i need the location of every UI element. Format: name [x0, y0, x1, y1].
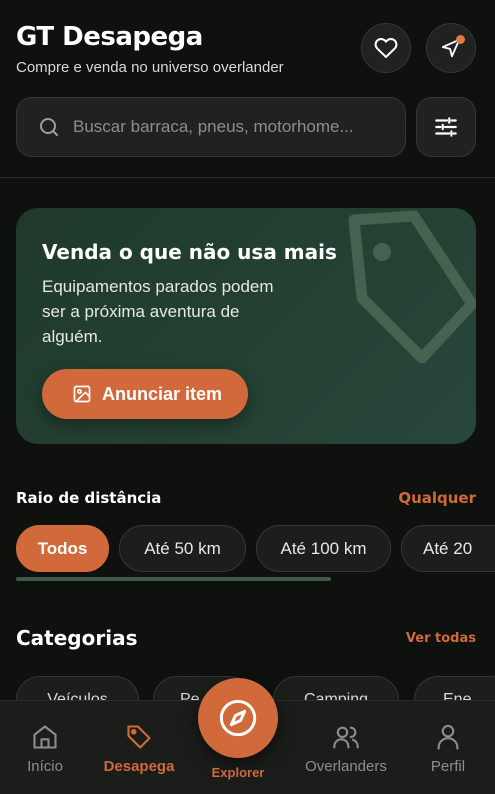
tab-label: Início — [27, 758, 63, 775]
distance-chip[interactable]: Todos — [16, 525, 109, 572]
sliders-icon — [435, 117, 457, 137]
categories-title: Categorias — [16, 626, 138, 650]
sell-item-label: Anunciar item — [102, 383, 223, 404]
distance-label: Raio de distância — [16, 489, 162, 507]
search-placeholder: Buscar barraca, pneus, motorhome... — [73, 117, 354, 136]
tab-perfil[interactable]: Perfil — [420, 701, 476, 794]
tab-desapega[interactable]: Desapega — [98, 701, 180, 794]
promo-text: Equipamentos parados podem ser a próxima… — [42, 277, 274, 346]
notification-dot — [456, 35, 465, 44]
tab-label: Perfil — [430, 758, 466, 775]
distance-chip[interactable]: Até 100 km — [256, 525, 391, 572]
distance-chips: Todos Até 50 km Até 100 km Até 20 — [16, 525, 495, 573]
tag-icon — [127, 725, 151, 749]
explorer-label: Explorer — [211, 765, 265, 780]
explorer-button[interactable] — [198, 678, 278, 758]
chips-scroll-indicator — [16, 577, 331, 581]
search-icon — [40, 118, 58, 136]
compass-icon — [219, 699, 257, 737]
users-icon — [333, 726, 359, 749]
user-icon — [437, 724, 459, 750]
app-title: GT Desapega — [16, 22, 203, 52]
favorites-button[interactable] — [361, 23, 411, 73]
promo-title: Venda o que não usa mais — [42, 240, 337, 264]
search-input[interactable]: Buscar barraca, pneus, motorhome... — [16, 97, 406, 157]
tab-overlanders[interactable]: Overlanders — [296, 701, 396, 794]
app-subtitle: Compre e venda no universo overlander — [16, 59, 284, 76]
see-all-link[interactable]: Ver todas — [406, 631, 476, 646]
distance-chip[interactable]: Até 50 km — [119, 525, 246, 572]
tag-icon — [348, 210, 476, 364]
distance-value-link[interactable]: Qualquer — [398, 489, 476, 507]
messages-button[interactable] — [426, 23, 476, 73]
tab-label: Overlanders — [305, 758, 387, 775]
tab-label: Desapega — [103, 758, 175, 775]
distance-chip[interactable]: Até 20 — [401, 525, 495, 572]
heart-icon — [374, 38, 398, 58]
home-icon — [33, 725, 57, 749]
sell-item-button[interactable]: Anunciar item — [42, 369, 248, 419]
filter-button[interactable] — [416, 97, 476, 157]
image-icon — [73, 385, 91, 403]
promo-card: Venda o que não usa mais Equipamentos pa… — [16, 208, 476, 444]
tab-inicio[interactable]: Início — [15, 701, 75, 794]
app-header: GT Desapega Compre e venda no universo o… — [0, 0, 495, 178]
